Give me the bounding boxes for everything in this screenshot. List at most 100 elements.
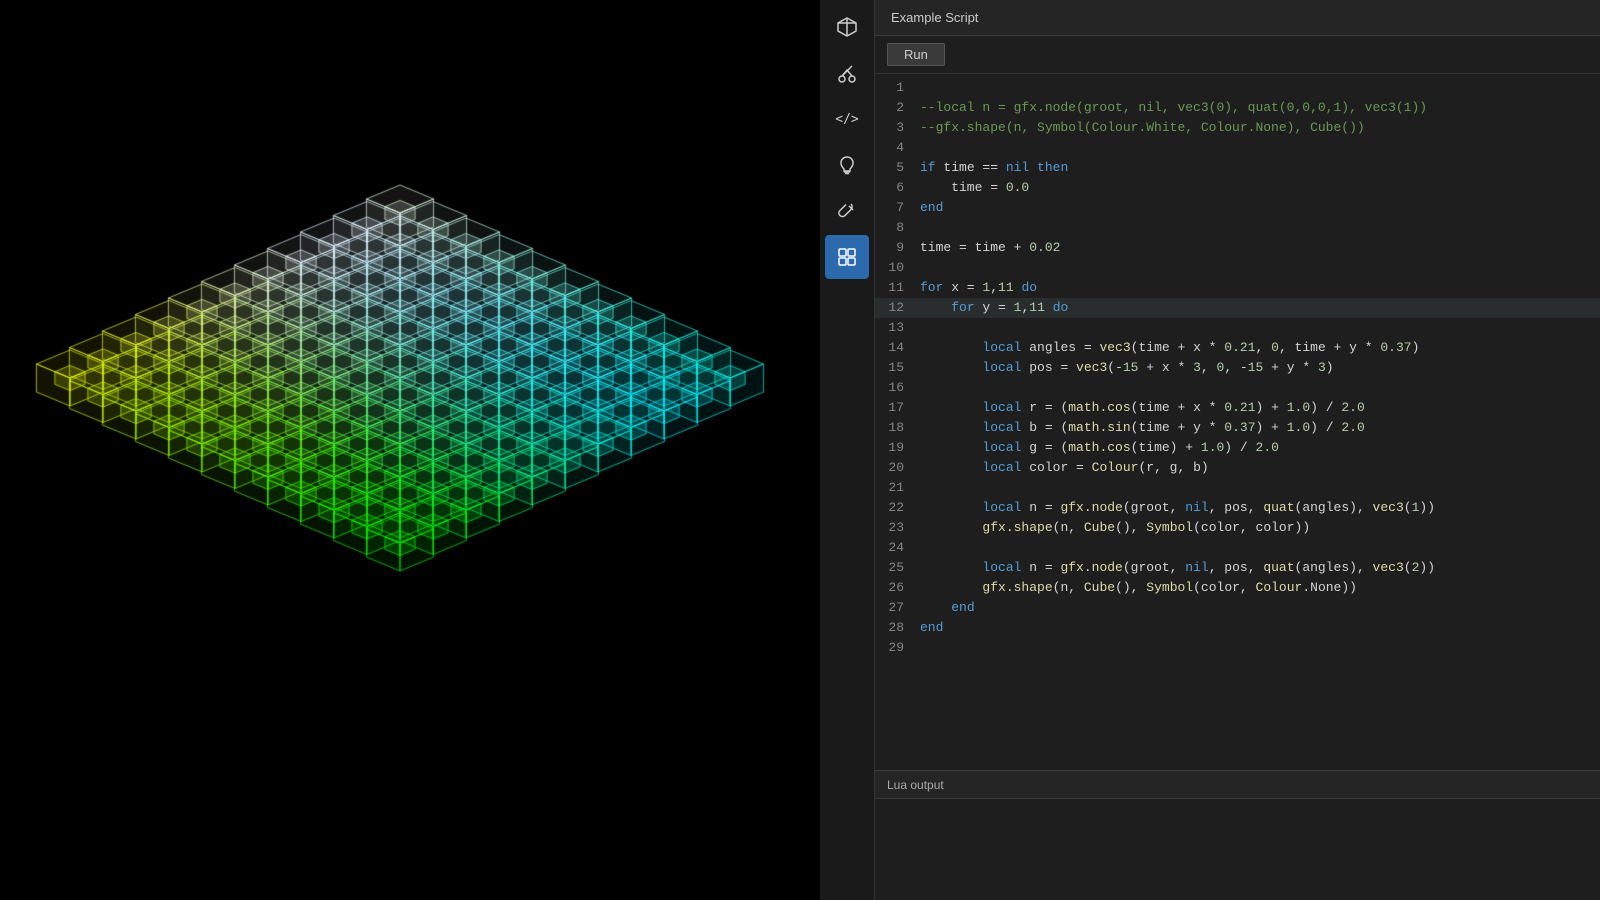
line-number: 29 xyxy=(875,638,920,658)
code-line: 20 local color = Colour(r, g, b) xyxy=(875,458,1600,478)
toolbar: Run xyxy=(875,36,1600,74)
line-content: local color = Colour(r, g, b) xyxy=(920,458,1209,478)
line-number: 21 xyxy=(875,478,920,498)
line-number: 23 xyxy=(875,518,920,538)
sidebar-item-cube[interactable] xyxy=(825,5,869,49)
line-number: 3 xyxy=(875,118,920,138)
line-content xyxy=(920,258,928,278)
code-line: 5if time == nil then xyxy=(875,158,1600,178)
line-content: gfx.shape(n, Cube(), Symbol(color, Colou… xyxy=(920,578,1357,598)
line-content: for y = 1,11 do xyxy=(920,298,1068,318)
line-number: 12 xyxy=(875,298,920,318)
output-header: Lua output xyxy=(875,771,1600,799)
line-number: 24 xyxy=(875,538,920,558)
output-content xyxy=(875,799,1600,900)
line-content xyxy=(920,318,928,338)
code-line: 13 xyxy=(875,318,1600,338)
line-content: end xyxy=(920,598,975,618)
line-content xyxy=(920,78,928,98)
line-content: gfx.shape(n, Cube(), Symbol(color, color… xyxy=(920,518,1310,538)
line-number: 8 xyxy=(875,218,920,238)
line-number: 6 xyxy=(875,178,920,198)
sidebar-item-wrench[interactable] xyxy=(825,189,869,233)
code-line: 17 local r = (math.cos(time + x * 0.21) … xyxy=(875,398,1600,418)
cube-canvas xyxy=(0,0,820,900)
line-content: local g = (math.cos(time) + 1.0) / 2.0 xyxy=(920,438,1279,458)
line-content: local n = gfx.node(groot, nil, pos, quat… xyxy=(920,498,1435,518)
code-line: 12 for y = 1,11 do xyxy=(875,298,1600,318)
line-number: 27 xyxy=(875,598,920,618)
3d-viewport[interactable] xyxy=(0,0,820,900)
code-line: 14 local angles = vec3(time + x * 0.21, … xyxy=(875,338,1600,358)
line-number: 28 xyxy=(875,618,920,638)
line-number: 22 xyxy=(875,498,920,518)
line-number: 11 xyxy=(875,278,920,298)
line-content: local n = gfx.node(groot, nil, pos, quat… xyxy=(920,558,1435,578)
code-line: 24 xyxy=(875,538,1600,558)
code-line: 22 local n = gfx.node(groot, nil, pos, q… xyxy=(875,498,1600,518)
code-line: 26 gfx.shape(n, Cube(), Symbol(color, Co… xyxy=(875,578,1600,598)
line-content xyxy=(920,378,928,398)
code-line: 27 end xyxy=(875,598,1600,618)
line-number: 7 xyxy=(875,198,920,218)
line-number: 1 xyxy=(875,78,920,98)
line-number: 19 xyxy=(875,438,920,458)
code-line: 29 xyxy=(875,638,1600,658)
output-section: Lua output xyxy=(875,770,1600,900)
line-number: 9 xyxy=(875,238,920,258)
run-button[interactable]: Run xyxy=(887,43,945,66)
line-number: 26 xyxy=(875,578,920,598)
code-line: 8 xyxy=(875,218,1600,238)
code-line: 25 local n = gfx.node(groot, nil, pos, q… xyxy=(875,558,1600,578)
line-content: end xyxy=(920,618,943,638)
line-content: --local n = gfx.node(groot, nil, vec3(0)… xyxy=(920,98,1427,118)
code-line: 16 xyxy=(875,378,1600,398)
line-content xyxy=(920,638,928,658)
sidebar-item-code[interactable]: </> xyxy=(825,97,869,141)
code-line: 19 local g = (math.cos(time) + 1.0) / 2.… xyxy=(875,438,1600,458)
code-line: 9time = time + 0.02 xyxy=(875,238,1600,258)
line-content: for x = 1,11 do xyxy=(920,278,1037,298)
panel-title: Example Script xyxy=(891,10,978,25)
line-content: local pos = vec3(-15 + x * 3, 0, -15 + y… xyxy=(920,358,1334,378)
line-number: 25 xyxy=(875,558,920,578)
line-number: 14 xyxy=(875,338,920,358)
line-content: local angles = vec3(time + x * 0.21, 0, … xyxy=(920,338,1419,358)
code-line: 10 xyxy=(875,258,1600,278)
code-line: 28end xyxy=(875,618,1600,638)
line-number: 13 xyxy=(875,318,920,338)
line-content xyxy=(920,218,928,238)
code-line: 1 xyxy=(875,78,1600,98)
code-line: 21 xyxy=(875,478,1600,498)
sidebar: </> xyxy=(820,0,875,900)
code-line: 6 time = 0.0 xyxy=(875,178,1600,198)
line-content: if time == nil then xyxy=(920,158,1068,178)
line-number: 4 xyxy=(875,138,920,158)
line-content: local r = (math.cos(time + x * 0.21) + 1… xyxy=(920,398,1365,418)
line-number: 5 xyxy=(875,158,920,178)
line-content: local b = (math.sin(time + y * 0.37) + 1… xyxy=(920,418,1365,438)
sidebar-item-bulb[interactable] xyxy=(825,143,869,187)
code-line: 2--local n = gfx.node(groot, nil, vec3(0… xyxy=(875,98,1600,118)
sidebar-item-cut[interactable] xyxy=(825,51,869,95)
code-line: 11for x = 1,11 do xyxy=(875,278,1600,298)
line-content xyxy=(920,138,928,158)
line-number: 18 xyxy=(875,418,920,438)
code-line: 4 xyxy=(875,138,1600,158)
code-line: 18 local b = (math.sin(time + y * 0.37) … xyxy=(875,418,1600,438)
line-content: --gfx.shape(n, Symbol(Colour.White, Colo… xyxy=(920,118,1365,138)
line-content: time = time + 0.02 xyxy=(920,238,1060,258)
code-line: 3--gfx.shape(n, Symbol(Colour.White, Col… xyxy=(875,118,1600,138)
line-number: 20 xyxy=(875,458,920,478)
line-content: time = 0.0 xyxy=(920,178,1029,198)
line-number: 15 xyxy=(875,358,920,378)
code-editor[interactable]: 1 2--local n = gfx.node(groot, nil, vec3… xyxy=(875,74,1600,770)
code-line: 15 local pos = vec3(-15 + x * 3, 0, -15 … xyxy=(875,358,1600,378)
code-line: 7end xyxy=(875,198,1600,218)
line-content: end xyxy=(920,198,943,218)
right-panel: Example Script Run 1 2--local n = gfx.no… xyxy=(875,0,1600,900)
line-number: 16 xyxy=(875,378,920,398)
line-number: 17 xyxy=(875,398,920,418)
sidebar-item-grid[interactable] xyxy=(825,235,869,279)
panel-header: Example Script xyxy=(875,0,1600,36)
